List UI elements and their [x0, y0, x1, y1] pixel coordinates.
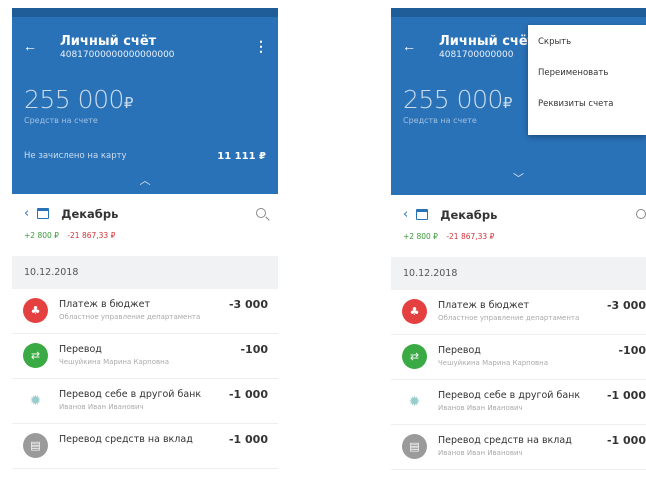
- transaction-amount: -1 000: [228, 433, 268, 446]
- account-header: ← Личный счёт 40817000000000000000 ⋮ 255…: [12, 17, 278, 194]
- transaction-amount: -3 000: [228, 298, 268, 311]
- search-icon[interactable]: [256, 208, 266, 218]
- transaction-title: Перевод себе в другой банк: [59, 389, 202, 400]
- deposit-icon: ▤: [23, 433, 48, 458]
- month-selector: ‹ Декабрь +2 800 ₽ -21 867,33 ₽: [391, 195, 646, 257]
- transaction-subtitle: Чешуйкина Марина Карповна: [59, 358, 170, 366]
- phone-screen-right: ← Личный счёт 4081700000000 255 000₽ Сре…: [391, 8, 646, 477]
- month-totals: +2 800 ₽ -21 867,33 ₽: [24, 231, 266, 240]
- expense-total: -21 867,33 ₽: [446, 232, 495, 241]
- month-name[interactable]: Декабрь: [440, 208, 497, 222]
- arrow-left-icon[interactable]: ←: [402, 39, 416, 53]
- income-total: +2 800 ₽: [24, 231, 59, 240]
- transaction-row[interactable]: ⇄ Перевод Чешуйкина Марина Карповна -100: [391, 335, 646, 380]
- balance-currency: ₽: [502, 94, 513, 112]
- transaction-row[interactable]: ✹ Перевод себе в другой банк Иванов Иван…: [391, 380, 646, 425]
- transaction-subtitle: Областное управление департамента: [59, 313, 201, 321]
- transaction-row[interactable]: ♣ Платеж в бюджет Областное управление д…: [391, 290, 646, 335]
- date-header: 10.12.2018: [12, 256, 278, 289]
- transaction-amount: -1 000: [228, 388, 268, 401]
- expense-total: -21 867,33 ₽: [67, 231, 116, 240]
- chevron-up-icon[interactable]: ︿: [12, 169, 278, 194]
- not-credited-label: Не зачислено на карту: [24, 151, 127, 161]
- transaction-amount: -1 000: [606, 389, 646, 402]
- transaction-row[interactable]: ✹ Перевод себе в другой банк Иванов Иван…: [12, 379, 278, 424]
- overflow-menu: Скрыть Переименовать Реквизиты счета: [528, 25, 646, 135]
- calendar-icon[interactable]: [416, 209, 429, 220]
- transaction-subtitle: Иванов Иван Иванович: [438, 404, 523, 412]
- month-totals: +2 800 ₽ -21 867,33 ₽: [403, 232, 634, 241]
- transaction-amount: -3 000: [606, 299, 646, 312]
- app-bar: ← Личный счёт 40817000000000000000 ⋮: [12, 17, 278, 67]
- transaction-title: Перевод средств на вклад: [438, 435, 572, 446]
- not-credited-value: 11 111 ₽: [217, 150, 266, 162]
- chevron-left-icon[interactable]: ‹: [403, 207, 408, 222]
- calendar-icon[interactable]: [37, 208, 50, 219]
- transaction-subtitle: Иванов Иван Иванович: [59, 403, 144, 411]
- menu-item-rename[interactable]: Переименовать: [528, 58, 646, 89]
- account-number: 4081700000000: [439, 50, 514, 60]
- month-name[interactable]: Декабрь: [61, 207, 118, 221]
- month-selector: ‹ Декабрь +2 800 ₽ -21 867,33 ₽: [12, 194, 278, 256]
- status-bar: [391, 8, 646, 17]
- balance-amount: 255 000: [403, 85, 503, 114]
- transfer-icon: ⇄: [23, 343, 48, 368]
- transaction-row[interactable]: ▤ Перевод средств на вклад Иванов Иван И…: [391, 425, 646, 470]
- transaction-amount: -100: [240, 343, 268, 356]
- transaction-row[interactable]: ⇄ Перевод Чешуйкина Марина Карповна -100: [12, 334, 278, 379]
- balance-amount: 255 000: [24, 85, 124, 114]
- more-vertical-icon[interactable]: ⋮: [254, 39, 268, 53]
- not-credited-row[interactable]: Не зачислено на карту 11 111 ₽: [12, 143, 278, 169]
- transaction-amount: -100: [618, 344, 646, 357]
- transaction-subtitle: Чешуйкина Марина Карповна: [438, 359, 549, 367]
- transaction-amount: -1 000: [606, 434, 646, 447]
- transaction-title: Платеж в бюджет: [438, 300, 529, 311]
- chevron-down-icon[interactable]: ﹀: [391, 163, 646, 195]
- chevron-left-icon[interactable]: ‹: [24, 206, 29, 221]
- account-number: 40817000000000000000: [60, 50, 175, 60]
- menu-item-hide[interactable]: Скрыть: [528, 27, 646, 58]
- page-title: Личный счёт: [439, 34, 536, 49]
- page-title: Личный счёт: [60, 34, 157, 49]
- transfer-icon: ⇄: [402, 344, 427, 369]
- balance-currency: ₽: [123, 94, 134, 112]
- search-icon[interactable]: [636, 209, 646, 219]
- income-total: +2 800 ₽: [403, 232, 438, 241]
- status-bar: [12, 8, 278, 17]
- transaction-title: Перевод: [59, 344, 102, 355]
- phone-screen-left: ← Личный счёт 40817000000000000000 ⋮ 255…: [12, 8, 278, 477]
- transaction-title: Перевод средств на вклад: [59, 434, 193, 445]
- transaction-subtitle: Областное управление департамента: [438, 314, 580, 322]
- date-header: 10.12.2018: [391, 257, 646, 290]
- transaction-row[interactable]: ▤ Перевод средств на вклад -1 000: [12, 424, 278, 469]
- balance-caption: Средств на счете: [24, 116, 98, 125]
- loading-icon: ✹: [402, 389, 427, 414]
- menu-item-details[interactable]: Реквизиты счета: [528, 89, 646, 120]
- loading-icon: ✹: [23, 388, 48, 413]
- arrow-left-icon[interactable]: ←: [23, 39, 37, 53]
- budget-icon: ♣: [402, 299, 427, 324]
- transaction-title: Перевод себе в другой банк: [438, 390, 581, 401]
- transaction-title: Платеж в бюджет: [59, 299, 150, 310]
- transaction-row[interactable]: ♣ Платеж в бюджет Областное управление д…: [12, 289, 278, 334]
- transaction-subtitle: Иванов Иван Иванович: [438, 449, 523, 457]
- balance-block: 255 000₽ Средств на счете: [12, 67, 278, 143]
- budget-icon: ♣: [23, 298, 48, 323]
- deposit-icon: ▤: [402, 434, 427, 459]
- transaction-title: Перевод: [438, 345, 481, 356]
